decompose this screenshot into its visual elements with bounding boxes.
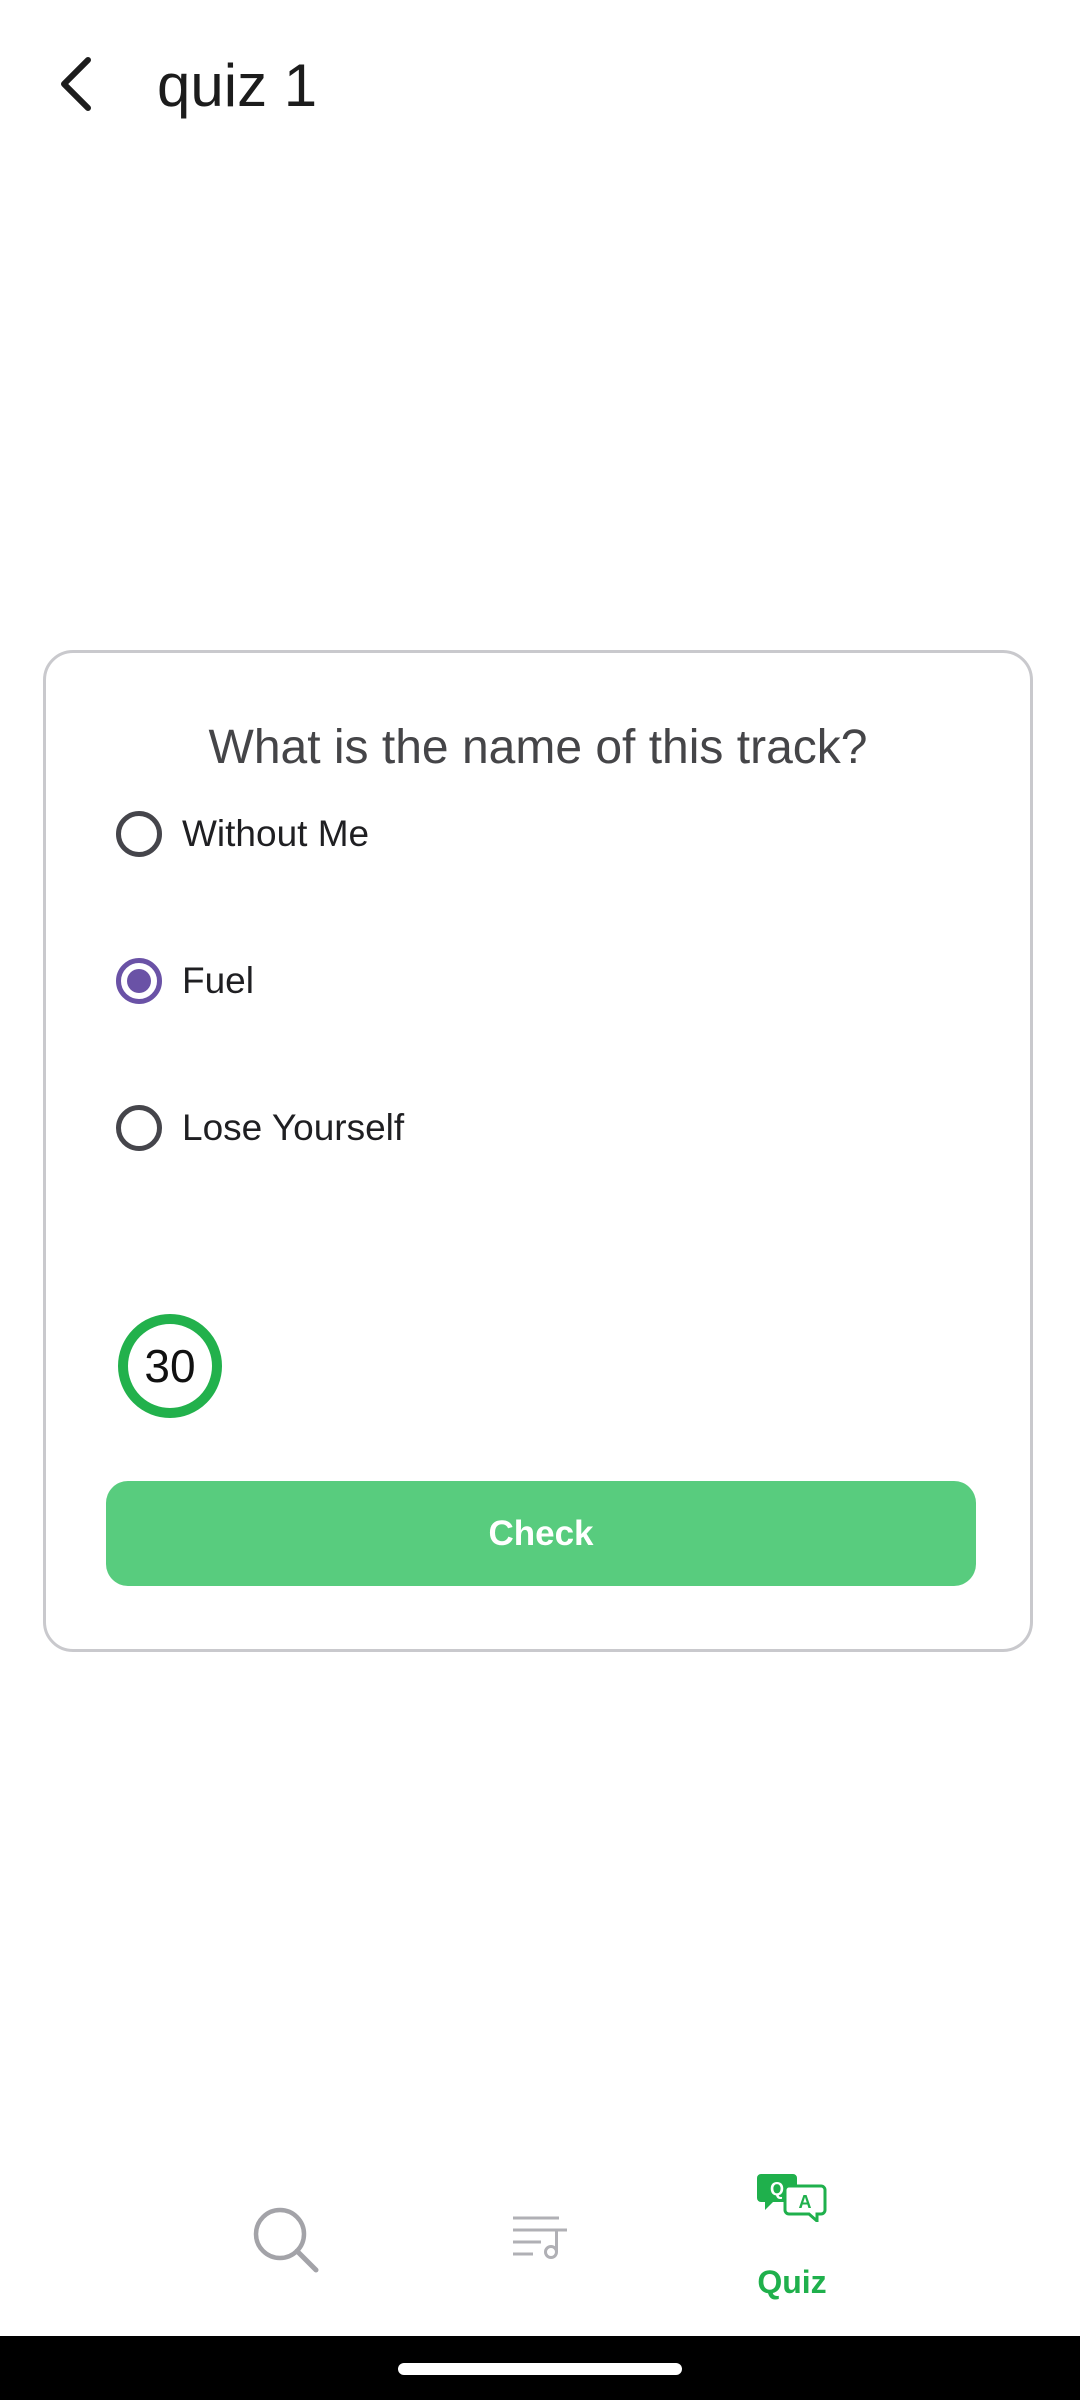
quiz-card: What is the name of this track? Without … [43,650,1033,1652]
option-fuel[interactable]: Fuel [116,936,716,1026]
option-label: Fuel [182,960,254,1001]
nav-label-quiz: Quiz [757,2264,827,2300]
option-label: Lose Yourself [182,1107,405,1148]
quiz-screen: quiz 1 What is the name of this track? W… [0,0,1080,2400]
radio-button[interactable] [116,811,162,857]
playlist-icon [513,2216,567,2259]
back-button[interactable] [40,44,112,124]
back-arrow-icon [61,57,91,111]
system-navigation-bar [0,2336,1080,2400]
svg-text:A: A [799,2192,812,2212]
check-button[interactable]: Check [106,1481,976,1586]
home-indicator[interactable] [398,2363,682,2375]
countdown-timer: 30 [118,1314,222,1418]
quiz-icon: Q A [757,2174,827,2222]
question-text: What is the name of this track? [208,721,868,774]
option-lose-yourself[interactable]: Lose Yourself [116,1083,716,1173]
nav-item-search[interactable] [186,2150,386,2336]
page-title: quiz 1 [157,52,318,119]
radio-button[interactable] [116,1105,162,1151]
top-app-bar: quiz 1 [0,0,1080,170]
nav-item-quiz[interactable]: Q A Quiz [692,2150,892,2336]
radio-button-selected[interactable] [116,958,162,1004]
nav-item-playlist[interactable] [441,2150,641,2336]
search-icon [253,2207,319,2273]
bottom-navigation: Q A Quiz [0,2150,1080,2336]
option-label: Without Me [182,813,370,854]
option-without-me[interactable]: Without Me [116,789,716,879]
svg-text:Q: Q [770,2179,784,2199]
